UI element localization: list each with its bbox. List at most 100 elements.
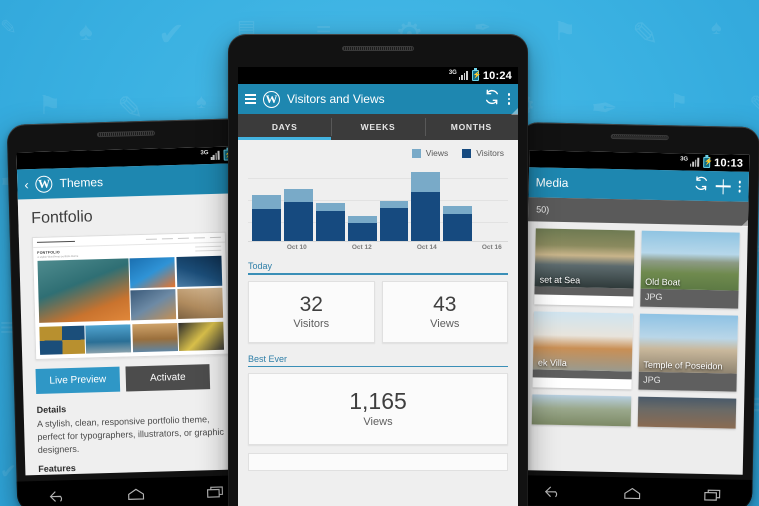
stat-card-visitors[interactable]: 32 Visitors [248, 280, 375, 343]
chart-bars [248, 164, 508, 242]
section-today-rule [248, 273, 508, 275]
background-icon: ✎ [749, 92, 759, 118]
preview-tile [178, 321, 225, 351]
stat-card-views[interactable]: 43 Views [381, 280, 508, 343]
preview-meta [195, 245, 222, 255]
bar-segment-views [252, 195, 281, 209]
back-chevron-icon[interactable]: ‹ [24, 177, 29, 192]
media-thumbnail: ek Villa [532, 311, 633, 372]
media-thumbnail: Temple of Poseidon [638, 313, 739, 374]
background-icon: ⚑ [553, 16, 577, 46]
battery-icon [702, 156, 711, 169]
earpiece-speaker [610, 133, 669, 141]
media-tile[interactable]: ek Villa [532, 311, 633, 390]
earpiece-speaker [342, 46, 414, 51]
media-tile[interactable] [637, 396, 737, 429]
x-tick-label: Oct 14 [416, 244, 437, 251]
resize-handle-icon[interactable] [740, 218, 750, 227]
theme-details: Details A stylish, clean, responsive por… [23, 388, 245, 457]
media-grid: set at Sea Old Boat JPG ek Villa Temple … [524, 221, 748, 436]
signal-icon [689, 157, 699, 167]
bar-segment-views [283, 188, 313, 203]
action-bar-media: Media [528, 167, 750, 202]
preview-tile [176, 255, 223, 288]
recents-icon[interactable] [703, 487, 721, 501]
refresh-icon[interactable] [484, 89, 500, 110]
stat-value: 32 [299, 292, 323, 316]
bar-segment-visitors [379, 207, 409, 242]
signal-icon [458, 71, 468, 80]
theme-actions: Live Preview Activate [22, 354, 243, 395]
back-icon[interactable] [48, 489, 66, 503]
android-navbar-left [16, 474, 256, 506]
screen-stats: 3G 10:24 W Visitors and Views DAYS WEEKS… [238, 67, 518, 506]
legend-swatch-visitors [462, 148, 472, 158]
preview-tile [37, 258, 130, 323]
page-title: Visitors and Views [287, 92, 385, 106]
stat-label: Visitors [293, 317, 330, 330]
media-count-subheader: 50) [527, 197, 750, 227]
recents-icon[interactable] [206, 484, 224, 498]
refresh-icon[interactable] [694, 176, 709, 196]
media-type: JPG [637, 371, 737, 392]
legend-label-visitors: Visitors [476, 148, 504, 158]
media-name: set at Sea [539, 274, 581, 286]
page-title: Media [535, 175, 569, 191]
details-body: A stylish, clean, responsive portfolio t… [36, 414, 225, 456]
legend-label-views: Views [425, 148, 449, 158]
preview-photo-grid [33, 255, 227, 327]
media-tile[interactable]: Temple of Poseidon JPG [637, 313, 739, 392]
overflow-menu-icon[interactable] [507, 92, 511, 107]
bar-segment-views [347, 216, 377, 224]
home-icon[interactable] [127, 487, 145, 501]
add-icon[interactable] [716, 179, 731, 194]
bar-segment-visitors [283, 202, 313, 242]
x-tick-label: Oct 12 [351, 244, 372, 251]
media-tile[interactable]: Old Boat JPG [639, 230, 740, 309]
back-icon[interactable] [543, 484, 561, 498]
media-tile[interactable]: set at Sea [534, 228, 635, 307]
background-icon: ⚑ [38, 90, 62, 120]
media-thumbnail [637, 396, 737, 429]
chart-bar [315, 202, 345, 242]
wordpress-logo-icon: W [263, 90, 280, 108]
activate-button[interactable]: Activate [125, 364, 211, 392]
earpiece-speaker [96, 130, 156, 138]
hamburger-menu-icon[interactable] [245, 92, 256, 106]
home-icon[interactable] [623, 486, 641, 500]
clock: 10:13 [713, 156, 744, 170]
media-tile[interactable] [531, 394, 631, 427]
chart-x-axis: Oct 10 Oct 12 Oct 14 Oct 16 [248, 242, 508, 256]
signal-icon [210, 150, 220, 161]
chart-bar [347, 216, 377, 242]
theme-name: Fontfolio [17, 193, 239, 238]
legend-swatch-views [411, 148, 421, 158]
media-type: JPG [639, 288, 739, 309]
chart-bar [379, 201, 409, 242]
stat-value: 43 [433, 292, 457, 316]
best-ever-stats: 1,165 Views [238, 373, 518, 452]
clock: 10:24 [482, 69, 512, 82]
preview-tile [85, 324, 132, 354]
bar-segment-visitors [347, 223, 377, 242]
preview-tile [130, 288, 177, 320]
tab-days[interactable]: DAYS [238, 114, 332, 140]
media-name: Temple of Poseidon [643, 359, 723, 372]
action-bar-stats: W Visitors and Views [238, 84, 518, 115]
stat-card-best-ever-views[interactable]: 1,165 Views [248, 373, 508, 445]
tab-months[interactable]: MONTHS [424, 114, 518, 140]
media-name: Old Boat [645, 276, 681, 288]
screen-media: 3G 10:13 Media 50) set at Sea [522, 150, 750, 475]
bar-segment-visitors [315, 210, 345, 242]
overflow-menu-icon[interactable] [738, 179, 742, 194]
tab-weeks[interactable]: WEEKS [331, 114, 424, 140]
background-icon: ✎ [117, 90, 144, 126]
stat-label: Views [363, 415, 393, 428]
chart-bar [283, 188, 313, 242]
theme-preview-screenshot[interactable]: FONTFOLIO A stylish WordPress portfolio … [31, 231, 230, 361]
section-best-ever-rule [248, 365, 508, 368]
preview-tile [129, 257, 176, 289]
live-preview-button[interactable]: Live Preview [35, 366, 121, 395]
bar-segment-visitors [443, 213, 473, 242]
background-icon: ✎ [0, 17, 17, 39]
